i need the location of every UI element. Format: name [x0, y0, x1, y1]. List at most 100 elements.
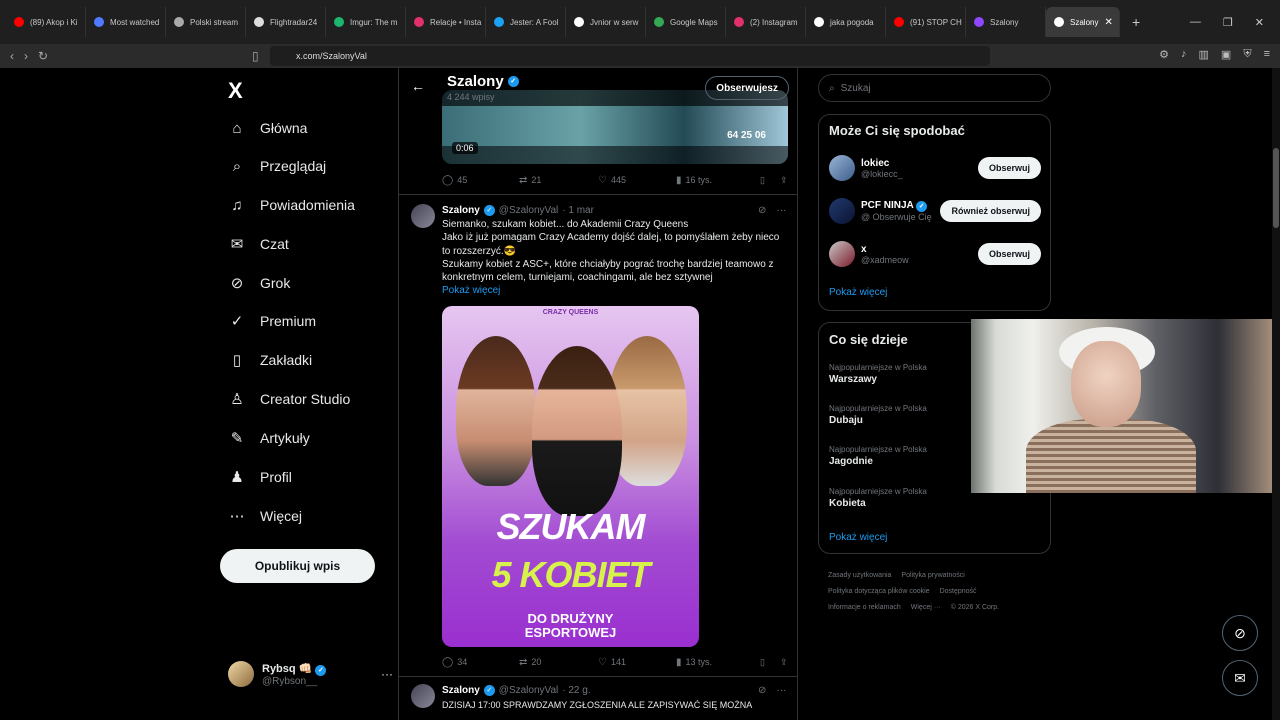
close-tab-icon[interactable]: ✕ — [1104, 17, 1112, 28]
views-button[interactable]: ▮ 16 tys. — [676, 175, 760, 186]
follow-back-button[interactable]: Również obserwuj — [940, 200, 1041, 222]
follow-button[interactable]: Obserwuj — [977, 243, 1041, 265]
mail-icon: ✉ — [1234, 669, 1246, 686]
sidebar-icon[interactable]: ▥ — [1199, 48, 1209, 61]
nav-item-home[interactable]: ⌂ Główna — [228, 115, 307, 141]
more-icon[interactable]: ··· — [776, 205, 786, 216]
browser-tab[interactable]: (89) Akop i Ki — [6, 7, 86, 37]
scrollbar[interactable] — [1272, 68, 1280, 720]
browser-tab[interactable]: Relacje • Insta — [406, 7, 486, 37]
extensions-icon[interactable]: ⚙ — [1159, 48, 1169, 61]
nav-item-profile[interactable]: ♟ Profil — [228, 464, 292, 490]
instagram-icon — [414, 17, 424, 27]
bookmark-button[interactable]: ▯ — [760, 657, 780, 668]
tweet-image[interactable]: CRAZY QUEENS SZUKAM 5 KOBIET DO DRUŻYNY E… — [442, 306, 699, 647]
search-icon: ⌕ — [829, 82, 835, 94]
avatar — [228, 661, 254, 687]
browser-tab-active[interactable]: Szalony ✕ — [1046, 7, 1120, 37]
back-arrow-icon[interactable]: ← — [411, 78, 425, 94]
post-button[interactable]: Opublikuj wpis — [220, 549, 375, 583]
share-button[interactable]: ⇪ — [780, 657, 788, 668]
menu-icon[interactable]: ≡ — [1264, 48, 1270, 61]
nav-item-premium[interactable]: ✓ Premium — [228, 308, 316, 334]
browser-tab[interactable]: Imgur: The m — [326, 7, 406, 37]
bookmark-button[interactable]: ▯ — [760, 175, 780, 186]
browser-tab[interactable]: Google Maps — [646, 7, 726, 37]
browser-tab[interactable]: Szalony — [966, 7, 1046, 37]
search-input[interactable]: ⌕ Szukaj — [818, 74, 1051, 102]
maximize-icon[interactable]: ❐ — [1223, 16, 1233, 29]
retweet-icon: ⇄ — [519, 656, 528, 668]
show-more-link[interactable]: Pokaż więcej — [829, 532, 887, 543]
browser-tab[interactable]: (2) Instagram — [726, 7, 806, 37]
views-button[interactable]: ▮ 13 tys. — [676, 657, 760, 668]
nav-item-notifications[interactable]: ♫ Powiadomienia — [228, 192, 355, 218]
browser-tab[interactable]: (91) STOP CH — [886, 7, 966, 37]
like-button[interactable]: ♡ 445 — [598, 175, 676, 186]
follow-button[interactable]: Obserwuj — [977, 157, 1041, 179]
new-tab-button[interactable]: + — [1120, 14, 1152, 30]
avatar — [829, 198, 855, 224]
left-navigation: X ⌂ Główna ⌕ Przeglądaj ♫ Powiadomienia ✉ Cz… — [220, 68, 395, 720]
nav-item-articles[interactable]: ✎ Artykuły — [228, 425, 310, 451]
nav-item-messages[interactable]: ✉ Czat — [228, 231, 289, 257]
address-bar-row: ‹ › ↻ ▯ x.com/SzalonyVal ⚙ ♪ ▥ ▣ ⛨ ≡ — [0, 44, 1280, 68]
x-logo[interactable]: X — [228, 78, 243, 104]
search-icon: ⌕ — [232, 157, 242, 175]
nav-item-grok[interactable]: ⊘ Grok — [228, 270, 291, 296]
media-icon[interactable]: ♪ — [1181, 48, 1187, 61]
browser-tab[interactable]: Flightradar24 — [246, 7, 326, 37]
more-icon[interactable]: ··· — [776, 685, 786, 696]
browser-tab[interactable]: jaka pogoda — [806, 7, 886, 37]
browser-tab[interactable]: Polski stream — [166, 7, 246, 37]
shield-icon[interactable]: ⛨ — [1243, 48, 1251, 61]
grok-icon[interactable]: ⊘ — [758, 685, 766, 696]
suggested-user[interactable]: lokiec @lokiecc_ Obserwuj — [829, 153, 1041, 183]
grok-icon[interactable]: ⊘ — [758, 205, 766, 216]
nav-item-bookmarks[interactable]: ▯ Zakładki — [228, 347, 312, 373]
reload-icon[interactable]: ↻ — [38, 49, 48, 63]
nav-item-creator-studio[interactable]: ♙ Creator Studio — [228, 386, 350, 412]
minimize-icon[interactable]: — — [1190, 16, 1201, 29]
retweet-button[interactable]: ⇄ 20 — [519, 657, 598, 668]
instagram-icon — [734, 17, 744, 27]
heart-icon: ♡ — [598, 174, 607, 186]
show-more-link[interactable]: Pokaż więcej — [442, 284, 790, 297]
show-more-link[interactable]: Pokaż więcej — [829, 287, 887, 298]
browser-tab[interactable]: Jester: A Fool — [486, 7, 566, 37]
following-button[interactable]: Obserwujesz — [705, 76, 789, 100]
account-name: Rybsq 👊🏻 ✓ — [262, 662, 327, 676]
browser-tab[interactable]: Most watched — [86, 7, 166, 37]
scrollbar-thumb[interactable] — [1273, 148, 1279, 228]
messages-fab-button[interactable]: ✉ — [1222, 660, 1258, 696]
share-button[interactable]: ⇪ — [780, 175, 788, 186]
avatar[interactable] — [411, 684, 435, 708]
reply-button[interactable]: ◯ 34 — [442, 657, 519, 668]
card-title: Co się dzieje — [829, 332, 908, 347]
nav-item-explore[interactable]: ⌕ Przeglądaj — [228, 153, 326, 179]
tweet-menu: ⊘ ··· — [758, 685, 797, 696]
back-nav-icon[interactable]: ‹ — [10, 49, 14, 63]
bookmark-icon[interactable]: ▯ — [252, 49, 259, 63]
wallet-icon[interactable]: ▣ — [1221, 48, 1231, 61]
url-field[interactable]: x.com/SzalonyVal — [270, 46, 990, 66]
close-window-icon[interactable]: ✕ — [1255, 16, 1264, 29]
chart-icon: ▮ — [676, 174, 682, 186]
like-button[interactable]: ♡ 141 — [598, 657, 676, 668]
verified-icon: ✓ — [483, 684, 495, 696]
reply-button[interactable]: ◯ 45 — [442, 175, 519, 186]
tweet-text: Siemanko, szukam kobiet... do Akademii C… — [442, 218, 790, 298]
browser-tab[interactable]: Jvnior w serw — [566, 7, 646, 37]
account-handle: @Rybson__ — [262, 675, 318, 687]
forward-nav-icon[interactable]: › — [24, 49, 28, 63]
nav-item-more[interactable]: ⋯ Więcej — [228, 503, 303, 529]
suggested-user[interactable]: PCF NINJA ✓ @ Obserwuje Cię Również obser… — [829, 196, 1041, 226]
grok-fab-button[interactable]: ⊘ — [1222, 615, 1258, 651]
retweet-button[interactable]: ⇄ 21 — [519, 175, 598, 186]
streamer-body — [1026, 419, 1196, 493]
post-count: 4 244 wpisy — [447, 92, 495, 102]
suggested-user[interactable]: x @xadmeow Obserwuj — [829, 239, 1041, 269]
avatar[interactable] — [411, 204, 435, 228]
more-icon[interactable]: ··· — [381, 667, 393, 681]
account-switcher[interactable]: Rybsq 👊🏻 ✓ @Rybson__ ··· — [228, 658, 393, 690]
